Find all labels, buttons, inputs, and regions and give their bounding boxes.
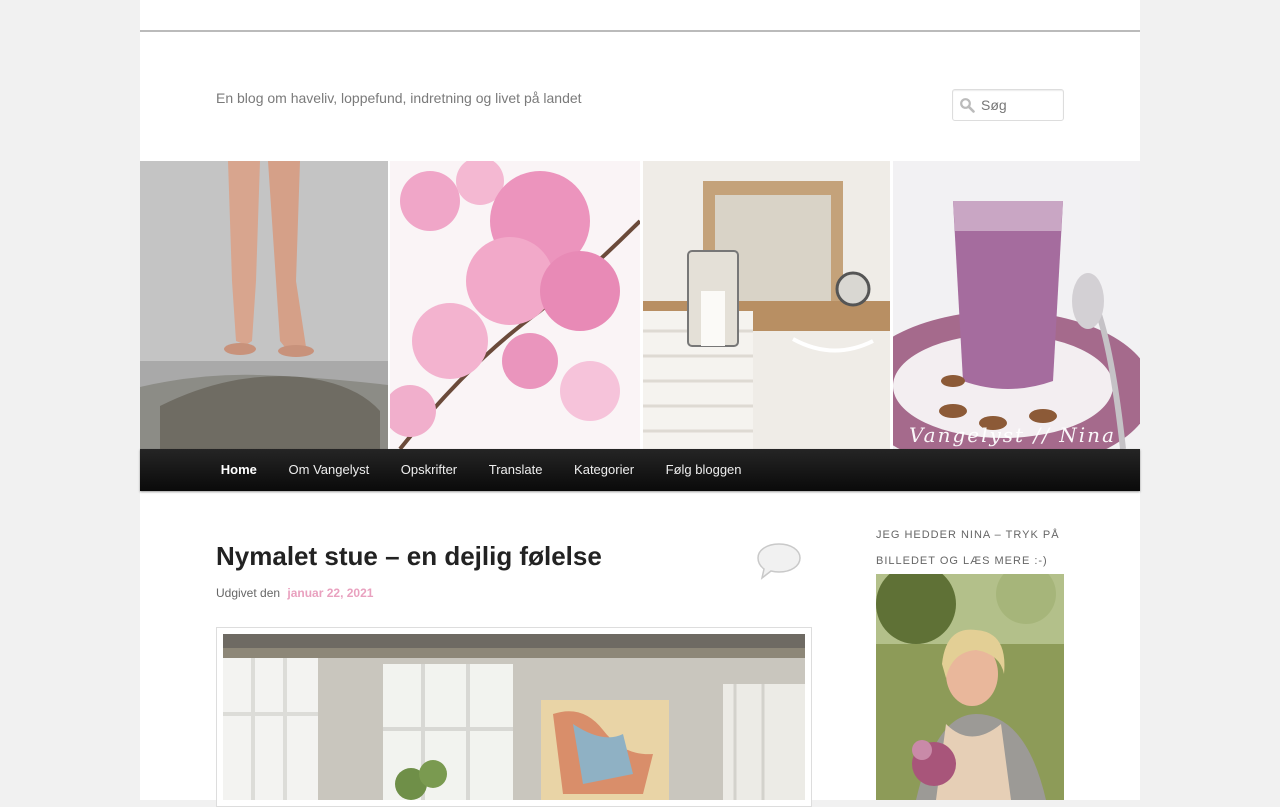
post-title[interactable]: Nymalet stue – en dejlig følelse	[216, 538, 602, 574]
banner-signature: Vangelyst // Nina	[909, 423, 1116, 447]
nav-item-translate[interactable]: Translate	[473, 449, 558, 491]
banner-photo-smoothie: Vangelyst // Nina	[893, 161, 1140, 449]
nav-item-kategorier[interactable]: Kategorier	[558, 449, 650, 491]
header-banner[interactable]: Vangelyst // Nina	[140, 161, 1140, 449]
living-room-photo	[223, 634, 805, 800]
nav-item-home[interactable]: Home	[205, 449, 273, 491]
sidebar-widget-title: Jeg hedder Nina – tryk på billedet og læ…	[876, 529, 1060, 567]
site-tagline: En blog om haveliv, loppefund, indretnin…	[216, 90, 582, 106]
banner-photo-legs-on-rock	[140, 161, 388, 449]
nav-item-opskrifter[interactable]: Opskrifter	[385, 449, 473, 491]
search-icon	[960, 98, 975, 113]
search-box[interactable]	[952, 89, 1064, 121]
post-meta-prefix: Udgivet den	[216, 586, 281, 600]
nav-item-om-vangelyst[interactable]: Om Vangelyst	[273, 449, 385, 491]
post-meta: Udgivet den januar 22, 2021	[216, 586, 373, 600]
sidebar-author-photo[interactable]	[876, 574, 1064, 800]
post-date-link[interactable]: januar 22, 2021	[287, 586, 373, 600]
comment-bubble-icon[interactable]	[756, 542, 802, 580]
page: En blog om haveliv, loppefund, indretnin…	[140, 0, 1140, 807]
header-rule	[140, 30, 1140, 32]
nav-item-følg-bloggen[interactable]: Følg bloggen	[650, 449, 757, 491]
search-input[interactable]	[979, 94, 1061, 116]
main-navigation: Home Om Vangelyst Opskrifter Translate Kateg…	[140, 449, 1140, 491]
banner-photo-cherry-blossoms	[390, 161, 640, 449]
banner-photo-lantern-and-towels	[643, 161, 890, 449]
post-featured-image[interactable]	[216, 627, 812, 807]
